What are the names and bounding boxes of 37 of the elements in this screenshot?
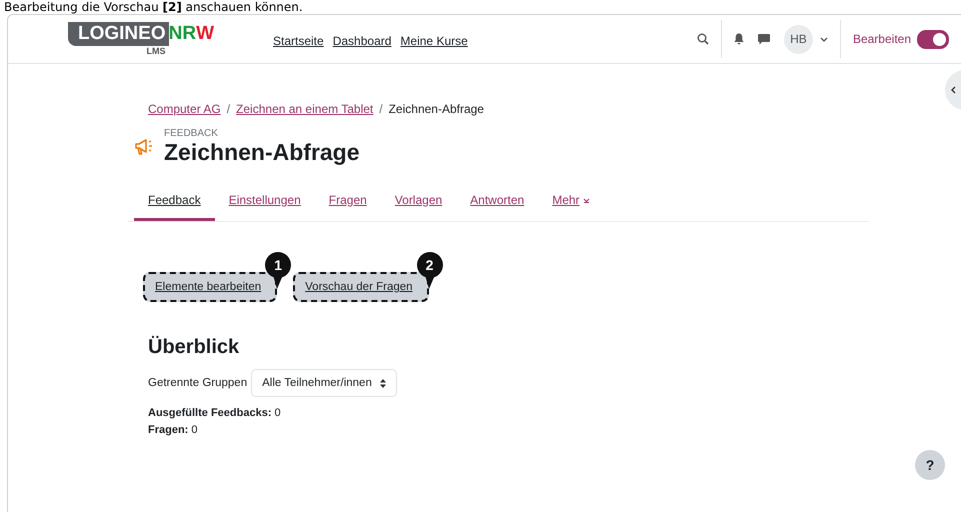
breadcrumb-separator: / [379, 102, 383, 116]
search-icon[interactable] [696, 33, 709, 45]
tab[interactable]: Vorlagen [394, 185, 442, 221]
group-select[interactable]: Alle Teilnehmer/innen [251, 369, 397, 397]
user-avatar[interactable]: HB [784, 24, 813, 54]
page-title: Zeichnen-Abfrage [164, 139, 360, 165]
edit-mode-toggle[interactable] [917, 30, 949, 48]
section-heading: Überblick [148, 336, 240, 359]
nav-link[interactable]: Startseite [273, 34, 324, 48]
chat-icon[interactable] [758, 34, 770, 44]
stat-text: Fragen: 0 [148, 423, 199, 438]
group-label: Getrennte Gruppen [148, 377, 248, 389]
bell-icon[interactable] [734, 33, 744, 45]
tab[interactable]: Antworten [470, 185, 524, 221]
activity-type-label: FEEDBACK [164, 128, 219, 139]
edit-mode-label: Bearbeiten [852, 32, 911, 46]
action-button[interactable]: Elemente bearbeiten [143, 272, 278, 302]
stat-text: Ausgefüllte Feedbacks: 0 [148, 406, 282, 421]
breadcrumb-link[interactable]: Computer AG [148, 102, 221, 116]
sort-arrows-icon [380, 378, 386, 388]
chevron-down-icon [582, 198, 590, 202]
nav-link[interactable]: Dashboard [332, 34, 392, 48]
action-button[interactable]: Vorschau der Fragen [293, 272, 429, 302]
breadcrumb-separator: / [226, 102, 230, 116]
tab[interactable]: Feedback [134, 185, 215, 221]
chevron-down-icon[interactable] [820, 36, 828, 42]
tab[interactable]: Einstellungen [228, 185, 301, 221]
chevron-left-icon [951, 86, 956, 94]
nav-link[interactable]: Meine Kurse [400, 34, 468, 48]
tab[interactable]: Fragen [328, 185, 367, 221]
caption-text: Bearbeitung die Vorschau [2] anschauen können. [4, 0, 304, 14]
breadcrumb-current: Zeichnen-Abfrage [388, 102, 484, 116]
megaphone-icon [134, 138, 154, 156]
breadcrumb-link[interactable]: Zeichnen an einem Tablet [236, 102, 374, 116]
logo[interactable]: LOGINEO NRW LMS [66, 22, 216, 56]
tab[interactable]: Mehr [552, 185, 590, 221]
help-button[interactable]: ? [915, 450, 945, 480]
